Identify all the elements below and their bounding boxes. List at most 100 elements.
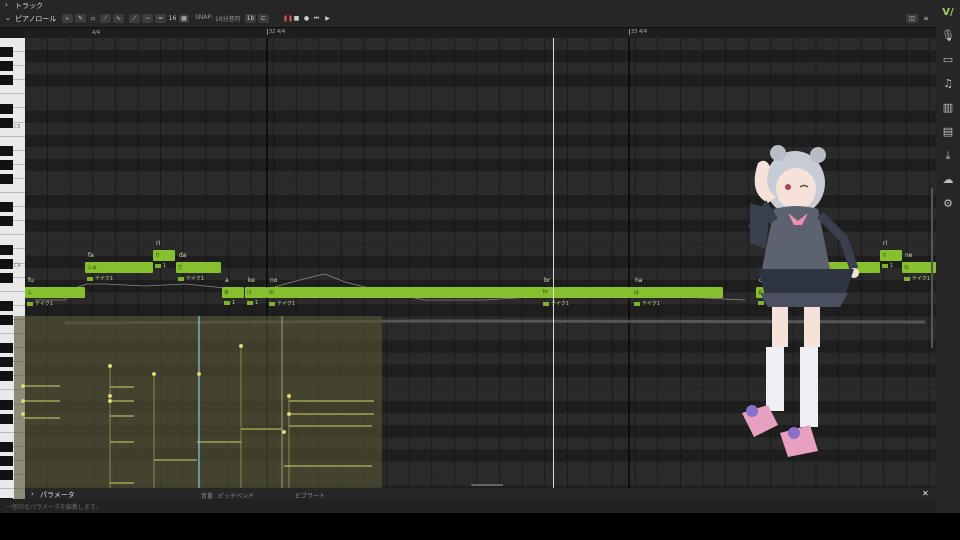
- note-block[interactable]: の: [267, 287, 723, 298]
- note-text: だ: [178, 265, 184, 271]
- take-label[interactable]: 1: [882, 263, 893, 269]
- playhead[interactable]: [553, 38, 554, 488]
- vertical-scrollbar[interactable]: [931, 188, 933, 348]
- pointer-tool-button[interactable]: ▹: [62, 14, 73, 23]
- note-block[interactable]: り: [880, 250, 902, 261]
- note-text: br: [543, 289, 549, 295]
- note-block[interactable]: ふぁ: [85, 262, 153, 273]
- track-header[interactable]: › トラック: [0, 0, 936, 11]
- music-note-icon[interactable]: ♫: [940, 76, 956, 92]
- black-key[interactable]: [0, 258, 13, 269]
- loop-button[interactable]: ⊏: [258, 14, 269, 23]
- note-block[interactable]: br: [541, 287, 553, 298]
- note-lyric: ri: [883, 240, 888, 247]
- black-key[interactable]: [0, 75, 13, 86]
- take-label[interactable]: 1: [224, 300, 235, 306]
- chevron-down-icon[interactable]: ⌄: [5, 14, 11, 22]
- black-key[interactable]: [0, 174, 13, 184]
- black-key[interactable]: [0, 103, 13, 114]
- microphone-icon[interactable]: 🎙: [940, 28, 956, 44]
- take-label[interactable]: テイク1: [27, 300, 53, 307]
- note-lyric: da: [179, 252, 187, 259]
- horizontal-scrollbar[interactable]: [471, 484, 503, 486]
- keyboard-icon[interactable]: ▦: [179, 14, 189, 23]
- note-block[interactable]: だ: [176, 262, 221, 273]
- black-key[interactable]: [0, 357, 13, 368]
- export-icon[interactable]: ⤓: [940, 148, 956, 164]
- take-label[interactable]: テイク1: [87, 275, 113, 282]
- black-key[interactable]: [0, 145, 13, 156]
- note-block[interactable]: ふ: [25, 287, 85, 298]
- gear-icon[interactable]: ⚙: [940, 196, 956, 212]
- record-icon[interactable]: ●: [303, 14, 310, 23]
- pitch-line-button[interactable]: ⟋: [129, 14, 140, 23]
- pencil-tool-button[interactable]: ✎: [75, 14, 86, 23]
- take-icon: [634, 301, 640, 306]
- black-key[interactable]: [0, 216, 13, 227]
- take-label[interactable]: テイク1: [178, 275, 204, 282]
- snap-label: SNAP:: [195, 14, 214, 21]
- take-label[interactable]: 1: [155, 263, 166, 269]
- black-key[interactable]: [0, 300, 13, 311]
- wave-button[interactable]: ≈: [155, 14, 166, 23]
- black-key[interactable]: [0, 244, 13, 255]
- black-key[interactable]: [0, 470, 13, 481]
- black-key[interactable]: [0, 61, 13, 72]
- note-block[interactable]: あ: [222, 287, 244, 298]
- note-lyric: fa: [88, 252, 94, 259]
- take-icon: [543, 301, 549, 306]
- take-label[interactable]: テイク1: [269, 300, 295, 307]
- take-label[interactable]: テイク1: [634, 300, 660, 307]
- note-block[interactable]: け: [245, 287, 267, 298]
- black-key[interactable]: [0, 441, 13, 452]
- black-key[interactable]: [0, 47, 13, 58]
- snap-select[interactable]: 16分音符: [215, 14, 241, 23]
- track-header-label: トラック: [15, 2, 43, 10]
- parameters-hint-row: 一般的なパラメータを編集します。: [0, 499, 936, 513]
- vibrato-button[interactable]: ∼: [142, 14, 153, 23]
- take-label[interactable]: テイク1: [904, 275, 930, 282]
- black-key[interactable]: [0, 413, 13, 424]
- note-block[interactable]: は: [632, 287, 650, 298]
- film-icon[interactable]: ▭: [940, 52, 956, 68]
- take-icon: [87, 276, 93, 281]
- rewind-icon[interactable]: ⏮: [313, 14, 320, 23]
- play-icon[interactable]: ▶: [324, 14, 331, 23]
- screen-toggle-icon[interactable]: ◫: [906, 14, 918, 23]
- note-lyric: ke: [248, 277, 255, 284]
- black-key[interactable]: [0, 315, 13, 325]
- note-text: の: [269, 290, 275, 296]
- black-key[interactable]: [0, 117, 13, 128]
- stop-icon[interactable]: ■: [293, 14, 300, 23]
- note-block[interactable]: り: [153, 250, 175, 261]
- note-lyric: br: [544, 277, 551, 284]
- black-key[interactable]: [0, 371, 13, 382]
- cloud-icon[interactable]: ☁: [940, 172, 956, 188]
- black-key[interactable]: [0, 343, 13, 354]
- take-label[interactable]: 1: [247, 300, 258, 306]
- black-key[interactable]: [0, 159, 13, 170]
- black-key[interactable]: [0, 202, 13, 213]
- menu-icon[interactable]: ≡: [921, 14, 931, 23]
- chevron-right-icon[interactable]: ›: [31, 490, 34, 498]
- take-label[interactable]: テイク1: [543, 300, 569, 307]
- timeline-ruler[interactable]: 4/4 32 4/4 33 4/4: [25, 28, 936, 38]
- quantize-value[interactable]: 16: [168, 14, 177, 23]
- app-logo-icon: V/: [942, 7, 954, 18]
- pause-icon[interactable]: ❚❚: [283, 14, 293, 23]
- close-icon[interactable]: ✕: [922, 489, 929, 498]
- curve-tool-button[interactable]: ∿: [113, 14, 124, 23]
- ruler-marker: 4/4: [92, 30, 101, 36]
- library-icon[interactable]: ▥: [940, 100, 956, 116]
- take-icon: [269, 301, 275, 306]
- note-lyric: no: [270, 277, 278, 284]
- line-tool-button[interactable]: ⟋: [100, 14, 111, 23]
- database-icon[interactable]: ▤: [940, 124, 956, 140]
- black-key[interactable]: [0, 272, 13, 283]
- chevron-right-icon[interactable]: ›: [5, 1, 8, 9]
- black-key[interactable]: [0, 399, 13, 410]
- parameters-header[interactable]: › パラメータ 音量 ピッチベンド ビブラート ✕: [25, 488, 936, 500]
- black-key[interactable]: [0, 456, 13, 466]
- snap-toggle[interactable]: 1b: [245, 14, 256, 23]
- eraser-tool-button[interactable]: ▫: [88, 14, 98, 23]
